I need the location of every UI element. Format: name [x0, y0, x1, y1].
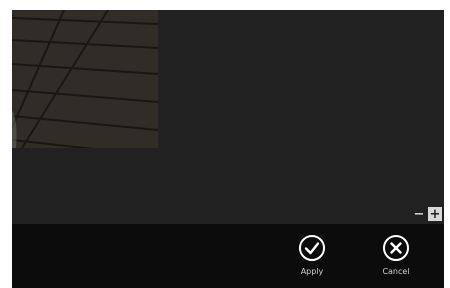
apply-button[interactable]: Apply: [292, 234, 332, 276]
photo-preview[interactable]: [12, 10, 158, 148]
cancel-button[interactable]: Cancel: [376, 234, 416, 276]
zoom-controls: − +: [412, 207, 442, 221]
zoom-in-button[interactable]: +: [428, 207, 442, 221]
app-bar: Apply Cancel: [12, 224, 444, 288]
apply-label: Apply: [300, 267, 324, 276]
checkmark-circle-icon: [299, 235, 325, 261]
photo-editor-window: − + Apply Cancel: [12, 10, 444, 288]
cancel-label: Cancel: [382, 267, 410, 276]
editing-canvas: − +: [12, 10, 444, 224]
zoom-out-button[interactable]: −: [412, 207, 426, 221]
close-circle-icon: [383, 235, 409, 261]
photo-image: [12, 10, 158, 148]
